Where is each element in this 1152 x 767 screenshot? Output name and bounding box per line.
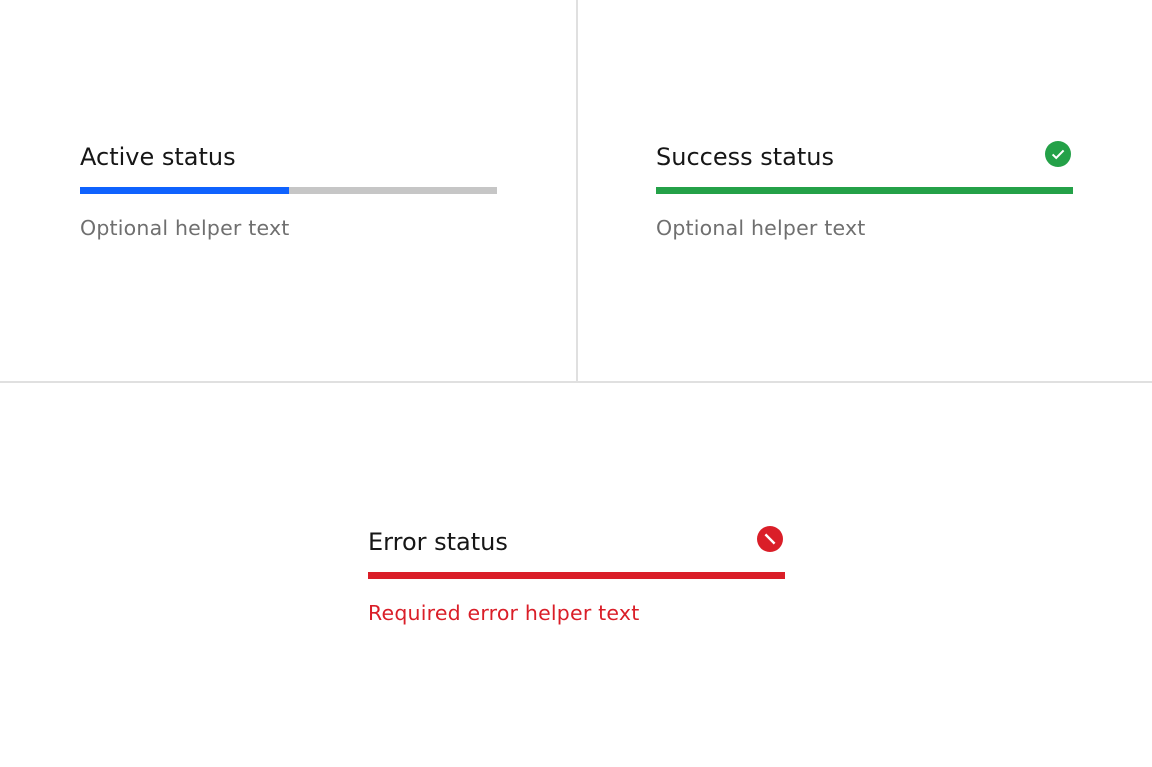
vertical-divider	[576, 0, 578, 382]
progress-label: Active status	[80, 143, 236, 171]
helper-text: Required error helper text	[368, 601, 640, 625]
helper-text: Optional helper text	[80, 216, 290, 240]
progress-fill	[80, 187, 289, 194]
progress-fill	[368, 572, 785, 579]
error-filled-icon	[757, 526, 783, 552]
progress-label: Success status	[656, 143, 834, 171]
horizontal-divider	[0, 381, 1152, 383]
progress-track	[80, 187, 497, 194]
checkmark-filled-icon	[1045, 141, 1071, 167]
progress-fill	[656, 187, 1073, 194]
progress-track	[656, 187, 1073, 194]
progress-track	[368, 572, 785, 579]
helper-text: Optional helper text	[656, 216, 866, 240]
progress-label: Error status	[368, 528, 508, 556]
